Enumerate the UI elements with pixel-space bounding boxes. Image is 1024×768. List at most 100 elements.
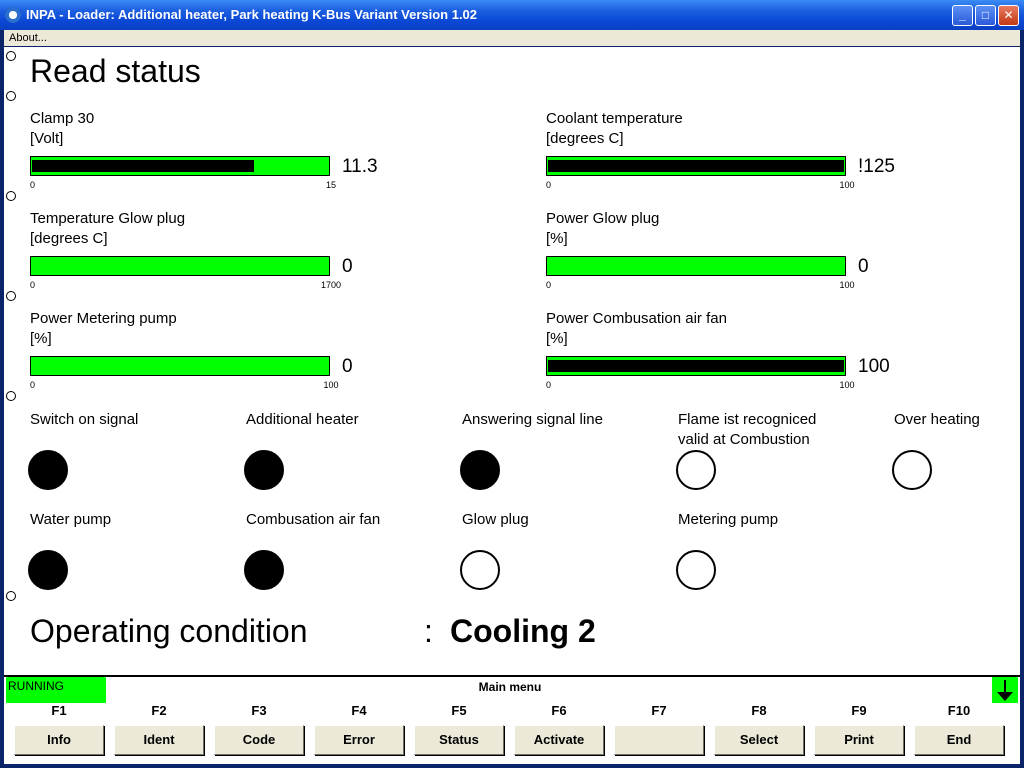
gauge-max: 100: [839, 380, 855, 390]
gauge-min: 0: [30, 380, 36, 390]
binder-hole-icon: [6, 391, 16, 401]
menu-bar: About...: [4, 30, 1020, 46]
gauge-fill: [548, 160, 844, 172]
maximize-button[interactable]: □: [975, 5, 996, 26]
function-key-label: F1: [51, 703, 67, 718]
gauge-unit: [degrees C]: [546, 130, 624, 147]
gauge-label: Clamp 30: [30, 110, 95, 127]
status-lamp: [28, 450, 68, 490]
function-key-button[interactable]: Select: [714, 725, 804, 755]
function-key-button[interactable]: Print: [814, 725, 904, 755]
status-bar: RUNNING Main menu: [4, 675, 1020, 703]
status-lamp: [676, 550, 716, 590]
operating-condition-value: Cooling 2: [450, 613, 596, 649]
gauge-bar: [546, 356, 846, 376]
status-panel: Read status Clamp 30 [Volt] 11.3 0 15 Coolant…: [4, 47, 1020, 675]
gauge-bar: [546, 156, 846, 176]
function-key-button[interactable]: Activate: [514, 725, 604, 755]
gauge-fill: [32, 160, 254, 172]
lamp-label: Glow plug: [462, 510, 529, 530]
lamp-label-line: Glow plug: [462, 511, 529, 528]
status-lamp: [460, 550, 500, 590]
lamp-label: Additional heater: [246, 410, 359, 430]
gauge-value: 0: [858, 256, 869, 277]
function-key-label: F9: [851, 703, 867, 718]
gauge-label: Temperature Glow plug: [30, 210, 186, 227]
title-bar[interactable]: INPA - Loader: Additional heater, Park h…: [0, 0, 1024, 30]
gauge-max: 100: [323, 380, 339, 390]
window-title: INPA - Loader: Additional heater, Park h…: [26, 7, 478, 22]
function-key-label: F3: [251, 703, 267, 718]
lamp-label-line: Answering signal line: [462, 411, 603, 428]
lamp-label-line: Combusation air fan: [246, 511, 381, 528]
gauge-unit: [%]: [546, 230, 568, 247]
binder-hole-icon: [6, 191, 16, 201]
gauge-max: 100: [839, 280, 855, 290]
gauge-unit: [Volt]: [30, 130, 64, 147]
function-key-label: F4: [351, 703, 367, 718]
menu-item-about[interactable]: About...: [9, 32, 47, 44]
operating-condition-label: Operating condition: [30, 613, 308, 649]
binder-hole-icon: [6, 51, 16, 61]
lamp-label: Metering pump: [678, 510, 778, 530]
lamp-label-line: Metering pump: [678, 511, 779, 528]
down-arrow-icon[interactable]: [992, 677, 1018, 703]
binder-hole-icon: [6, 291, 16, 301]
status-lamp: [676, 450, 716, 490]
gauge-fill: [548, 360, 844, 372]
function-key-button[interactable]: End: [914, 725, 1004, 755]
status-lamp: [892, 450, 932, 490]
gauge-label: Power Metering pump: [30, 310, 177, 327]
function-key-label: F8: [751, 703, 767, 718]
lamp-label: Over heating: [894, 410, 980, 430]
gauge-bar: [30, 156, 330, 176]
function-key-button[interactable]: Error: [314, 725, 404, 755]
function-key-label: F6: [551, 703, 567, 718]
gauge-min: 0: [546, 380, 552, 390]
lamp-label-line: Additional heater: [246, 411, 359, 428]
lamp-label: Flame ist recogniced valid at Combustion: [678, 410, 816, 450]
lamp-label: Water pump: [30, 510, 111, 530]
gauge-min: 0: [546, 280, 552, 290]
function-key-bar: F1 Info F2 Ident F3 Code F4 Error F5 Status F6 Acti…: [4, 703, 1020, 764]
gauge-label: Coolant temperature: [546, 110, 683, 127]
function-key-label: F2: [151, 703, 167, 718]
function-key-button[interactable]: Code: [214, 725, 304, 755]
status-lamp: [460, 450, 500, 490]
gauge-unit: [%]: [30, 330, 52, 347]
gauge-bar: [30, 356, 330, 376]
gauge-min: 0: [546, 180, 552, 190]
function-key-button[interactable]: Status: [414, 725, 504, 755]
minimize-button[interactable]: _: [952, 5, 973, 26]
function-key-label: F7: [651, 703, 667, 718]
status-lamp: [28, 550, 68, 590]
menu-name: Main menu: [478, 680, 542, 694]
lamp-label-line: Over heating: [894, 411, 980, 428]
lamp-label-line: Water pump: [30, 511, 112, 528]
lamp-label-line: Switch on signal: [30, 411, 139, 428]
status-lamp: [244, 450, 284, 490]
gauge-value: 0: [342, 356, 353, 377]
lamp-label: Answering signal line: [462, 410, 603, 430]
status-lamp: [244, 550, 284, 590]
binder-hole-icon: [6, 591, 16, 601]
gauge-value: 0: [342, 256, 353, 277]
lamp-label-line: Flame ist recogniced: [678, 411, 817, 428]
application-window: INPA - Loader: Additional heater, Park h…: [0, 0, 1024, 768]
gauge-min: 0: [30, 180, 36, 190]
binder-hole-icon: [6, 91, 16, 101]
operating-condition-colon: :: [424, 613, 433, 649]
page-title: Read status: [30, 53, 201, 89]
gauge-max: 15: [325, 180, 336, 190]
bmw-logo-icon: [5, 7, 21, 23]
function-key-button[interactable]: [614, 725, 704, 755]
lamp-label-line: valid at Combustion: [678, 431, 810, 448]
close-button[interactable]: ✕: [998, 5, 1019, 26]
gauge-bar: [546, 256, 846, 276]
lamp-label: Switch on signal: [30, 410, 138, 430]
gauge-label: Power Combusation air fan: [546, 310, 727, 327]
function-key-button[interactable]: Ident: [114, 725, 204, 755]
gauge-value: 100: [858, 356, 890, 377]
gauge-unit: [%]: [546, 330, 568, 347]
function-key-button[interactable]: Info: [14, 725, 104, 755]
